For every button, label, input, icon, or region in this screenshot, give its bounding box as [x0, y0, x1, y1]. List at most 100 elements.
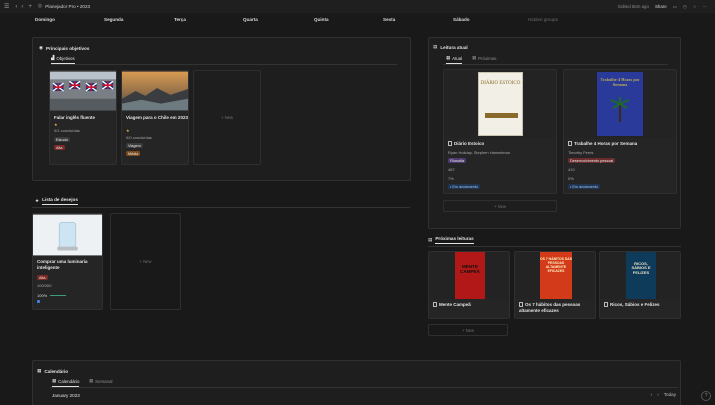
calendar-panel: ▦ Calendário ▦ Calendário ▦ Semanal Janu…	[32, 360, 681, 405]
objective-cover-image	[50, 71, 116, 111]
chevron-right-icon[interactable]: ›	[657, 392, 659, 397]
calendar-icon: ▦	[52, 378, 57, 383]
wishlist-divider	[32, 207, 410, 208]
book-pages: 487	[448, 167, 455, 172]
favorite-icon[interactable]: ☆	[693, 4, 697, 10]
book-cover: DIÁRIO ESTOICO	[478, 72, 523, 136]
back-icon[interactable]: ‹	[15, 4, 17, 10]
next-reads-tab[interactable]: Próximas leituras	[435, 236, 474, 244]
book-title: Ricos, Sábios e Felizes	[604, 302, 680, 308]
week-days-header: Domingo Segunda Terça Quarta Quinta Sext…	[0, 17, 715, 27]
wishlist-card[interactable]: Comprar uma luminaria inteligente Alta 1…	[32, 213, 103, 310]
book-cover-area: MENTE CAMPEÃ	[429, 252, 509, 299]
book-percent: 0%	[568, 176, 574, 181]
forward-icon[interactable]: ›	[21, 4, 23, 10]
hidden-groups-toggle[interactable]: Hidden groups	[528, 17, 558, 22]
grid-icon: ▦	[446, 55, 451, 60]
grid-icon: ▦	[472, 55, 477, 60]
book-cover-title: RICOS, SÁBIOS E FELIZES	[631, 261, 651, 275]
wishlist-progress-fill	[50, 295, 66, 296]
page-icon	[448, 141, 452, 147]
reading-panel: ▤ Leitura atual ▦ Atual ▦ Próximas DIÁRI…	[428, 37, 681, 229]
genre-tag: Desenvolvimento pessoal	[568, 158, 616, 163]
objective-card[interactable]: Viagem para o Chile em 2023 ★ 0/0 conclu…	[121, 70, 189, 165]
priority-tag: Alta	[37, 275, 48, 280]
tab-atual[interactable]: ▦ Atual	[446, 55, 463, 64]
add-icon[interactable]: +	[28, 4, 32, 10]
day-header: Terça	[174, 17, 186, 22]
book-cover-title: DIÁRIO ESTOICO	[480, 81, 521, 86]
share-button[interactable]: Share	[655, 4, 667, 9]
objective-progress: 0/0 concluídas	[126, 135, 152, 140]
priority-tag: Alta	[54, 145, 65, 150]
checkbox-icon[interactable]	[37, 300, 40, 303]
book-cover-area: DIÁRIO ESTOICO	[444, 70, 556, 138]
day-header: Domingo	[35, 17, 55, 22]
history-icon[interactable]: ◷	[683, 4, 687, 10]
tab-semanal[interactable]: ▦ Semanal	[89, 378, 113, 384]
day-header: Segunda	[104, 17, 124, 22]
status-badge: • Em andamento	[568, 184, 601, 189]
wishlist-progress-track	[50, 295, 66, 296]
book-cover: MENTE CAMPEÃ	[455, 252, 485, 299]
category-tag: Viagem	[126, 143, 143, 148]
book-cover-area: Trabalhe 4 Horas por Semana	[564, 70, 676, 138]
new-objective-button[interactable]: + New	[193, 70, 261, 165]
objective-stars: ★	[54, 122, 58, 127]
book-cover: RICOS, SÁBIOS E FELIZES	[626, 252, 656, 299]
day-header: Quarta	[243, 17, 258, 22]
breadcrumb[interactable]: Planejador Pro • 2023	[45, 4, 90, 9]
book-cover: Trabalhe 4 Horas por Semana	[597, 72, 643, 136]
calendar-icon: ▦	[37, 368, 42, 373]
book-percent: 7%	[448, 176, 454, 181]
wishlist-tab[interactable]: Lista de desejos	[42, 197, 78, 205]
grid-icon: ▦	[89, 378, 94, 383]
next-reads-title: ▤ Próximas leituras	[428, 236, 474, 244]
new-next-read-button[interactable]: + New	[428, 324, 508, 336]
book-card[interactable]: DIÁRIO ESTOICO Diário Estoico Ryan Holid…	[443, 69, 557, 194]
tab-proximas[interactable]: ▦ Próximas	[472, 55, 496, 61]
objective-title: Falar inglês fluente	[54, 115, 96, 120]
menu-icon[interactable]: ☰	[4, 4, 9, 10]
wishlist-title: ★ Lista de desejos	[35, 197, 78, 205]
next-book-card[interactable]: OS 7 HÁBITOS DAS PESSOAS ALTAMENTE EFICA…	[514, 251, 596, 319]
objective-card[interactable]: Falar inglês fluente ★ 0/1 concluídas Es…	[49, 70, 117, 165]
new-wishlist-button[interactable]: + New	[110, 213, 181, 310]
today-button[interactable]: Today	[664, 392, 676, 397]
tab-objetivos[interactable]: ▟ Objetivos	[51, 55, 75, 64]
next-book-card[interactable]: RICOS, SÁBIOS E FELIZES Ricos, Sábios e …	[599, 251, 681, 319]
top-bar: ☰ ‹ › + ◎ Planejador Pro • 2023 Edited 5…	[0, 0, 715, 13]
book-title: Os 7 hábitos das pessoas altamente efica…	[519, 302, 581, 313]
calendar-nav: ‹ › Today	[651, 392, 676, 397]
book-title: Trabalhe 4 Horas por Semana	[568, 141, 674, 147]
chevron-left-icon[interactable]: ‹	[651, 392, 653, 397]
lamp-image	[33, 214, 102, 256]
calendar-month: January 2023	[52, 393, 80, 398]
wishlist-item-title: Comprar uma luminaria inteligente	[37, 259, 88, 270]
tab-divider	[51, 64, 397, 65]
book-icon: ▤	[428, 237, 433, 242]
book-cover-band	[485, 113, 518, 118]
comments-icon[interactable]: ▭	[673, 4, 677, 10]
page-icon: ◎	[37, 3, 43, 9]
day-header: Quinta	[314, 17, 329, 22]
new-reading-button[interactable]: + New	[443, 200, 557, 212]
day-header: Sexta	[383, 17, 396, 22]
tab-calendario[interactable]: ▦ Calendário	[52, 378, 80, 387]
book-title: Mente Campeã	[433, 302, 509, 308]
book-author: Ryan Holiday, Stephen Hanselman	[448, 150, 510, 155]
tab-divider	[443, 64, 668, 65]
book-author: Timothy Ferris	[568, 150, 594, 155]
book-cover-area: OS 7 HÁBITOS DAS PESSOAS ALTAMENTE EFICA…	[515, 252, 595, 299]
more-icon[interactable]: ⋯	[703, 4, 707, 10]
book-cover-area: RICOS, SÁBIOS E FELIZES	[600, 252, 680, 299]
objectives-panel: ◉ Principais objetivos ▟ Objetivos Falar…	[32, 37, 411, 181]
book-cover-title: MENTE CAMPEÃ	[460, 264, 480, 275]
next-book-card[interactable]: MENTE CAMPEÃ Mente Campeã	[428, 251, 510, 319]
calendar-title: ▦ Calendário	[37, 368, 69, 374]
book-card[interactable]: Trabalhe 4 Horas por Semana Trabalhe 4 H…	[563, 69, 677, 194]
objective-title: Viagem para o Chile em 2023	[126, 115, 188, 120]
palm-tree-icon	[610, 97, 630, 122]
star-icon: ★	[35, 198, 40, 203]
help-icon[interactable]: ?	[701, 391, 711, 401]
